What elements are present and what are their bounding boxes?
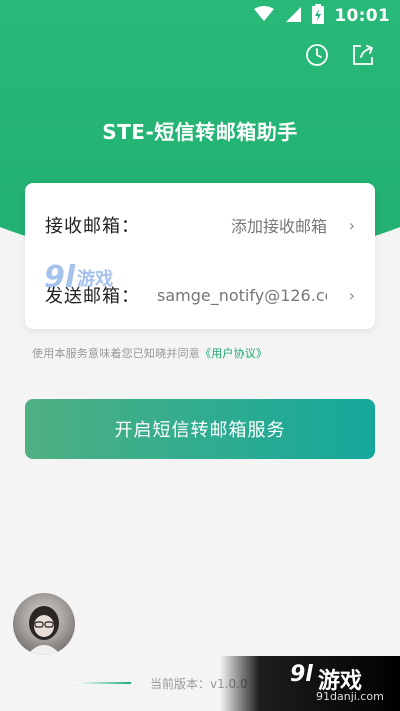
status-bar: 10:01 (0, 0, 400, 32)
history-clock-icon[interactable] (304, 42, 330, 68)
agreement-notice: 使用本服务意味着您已知晓并同意《用户协议》 (32, 345, 267, 361)
email-settings-card: 接收邮箱： 添加接收邮箱 › 发送邮箱： samge_notify@126.co… (25, 183, 375, 329)
page-title: STE-短信转邮箱助手 (102, 120, 298, 144)
watermark-logo-corner: 9l 游戏 91danji.com (220, 656, 400, 711)
version-divider (75, 682, 131, 684)
receive-email-value: 添加接收邮箱 (230, 217, 327, 236)
receive-email-label: 接收邮箱： (45, 216, 140, 237)
avatar[interactable] (13, 593, 75, 655)
battery-charging-icon (312, 4, 325, 28)
receive-email-row[interactable]: 接收邮箱： 添加接收邮箱 › (25, 195, 375, 255)
start-service-button[interactable]: 开启短信转邮箱服务 (25, 399, 375, 459)
top-actions (304, 42, 376, 68)
signal-icon (284, 5, 302, 27)
watermark-mid-mark: 9l (44, 260, 76, 295)
share-icon[interactable] (350, 42, 376, 68)
chevron-right-icon: › (348, 215, 355, 235)
watermark-corner-url: 91danji.com (316, 690, 384, 703)
watermark-logo-mid: 9l 游戏 (44, 260, 113, 295)
user-agreement-link[interactable]: 《用户协议》 (200, 347, 267, 360)
status-time: 10:01 (334, 6, 390, 26)
wifi-icon (254, 6, 275, 26)
watermark-mid-text: 游戏 (77, 268, 114, 290)
app-screen: 10:01 STE-短信转邮箱助手 接收邮箱： 添加接收邮箱 › 发送邮箱： s… (0, 0, 400, 711)
chevron-right-icon: › (348, 285, 355, 305)
agreement-text: 使用本服务意味着您已知晓并同意 (32, 347, 200, 360)
watermark-corner-mark: 9l (290, 662, 313, 687)
status-icons: 10:01 (254, 4, 390, 28)
send-email-value: samge_notify@126.com (157, 285, 327, 305)
